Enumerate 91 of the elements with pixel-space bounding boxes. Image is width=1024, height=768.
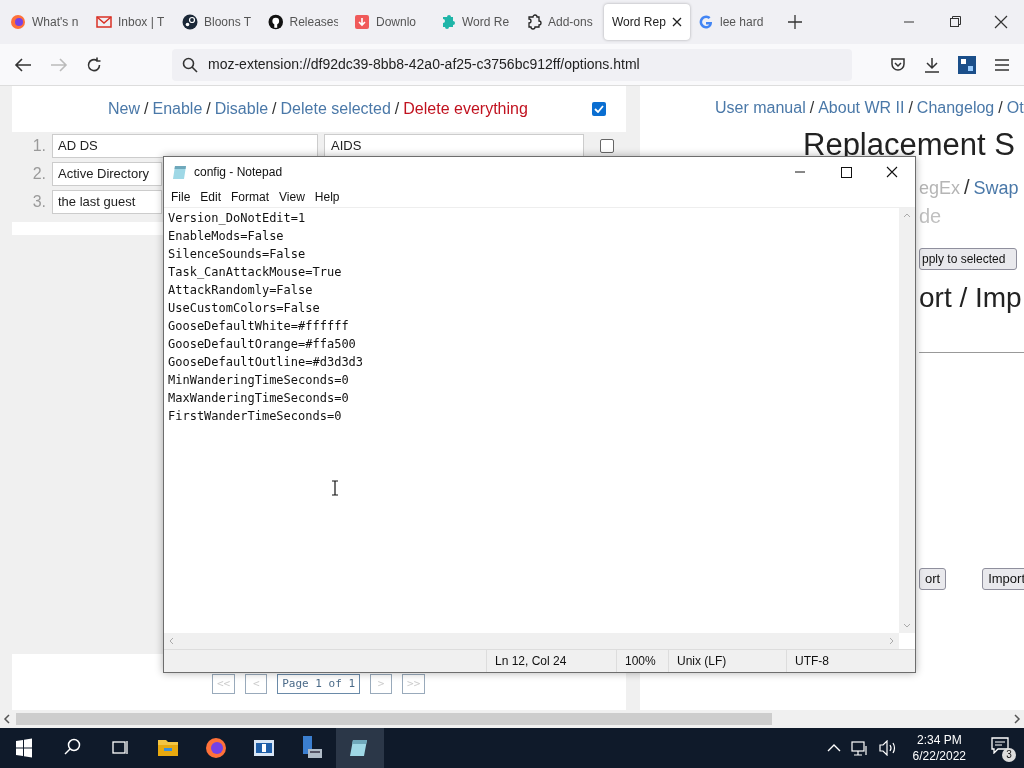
pocket-icon[interactable] xyxy=(890,56,906,73)
menu-item[interactable]: Edit xyxy=(195,188,227,206)
url-text: moz-extension://df92dc39-8bb8-42a0-af25-c3756bc912ff/options.html xyxy=(208,55,640,74)
checkbox[interactable] xyxy=(600,139,614,153)
scrollbar[interactable] xyxy=(0,710,1024,728)
pagination-button[interactable]: Page 1 of 1 xyxy=(277,674,361,694)
row-number: 1. xyxy=(31,136,46,156)
input-field[interactable]: AD DS xyxy=(52,134,318,158)
envelope-icon xyxy=(96,15,112,29)
text-line: Version_DoNotEdit=1 xyxy=(168,210,307,227)
link[interactable]: User manual xyxy=(715,96,806,120)
separator-slash: / xyxy=(144,99,149,119)
menu-item[interactable]: File xyxy=(166,188,196,206)
download-icon xyxy=(354,14,370,30)
text-line: Task_CanAttackMouse=True xyxy=(168,264,343,281)
input-field[interactable]: the last guest xyxy=(52,190,162,214)
link[interactable]: Ot xyxy=(1006,96,1024,120)
extension-icon[interactable] xyxy=(958,55,976,74)
separator-slash: / xyxy=(394,99,400,119)
row-number: 3. xyxy=(31,192,46,212)
browser-tab[interactable]: Word Re xyxy=(432,4,518,40)
menu-item[interactable]: Format xyxy=(226,188,275,206)
browser-tab[interactable]: Bloons T xyxy=(174,4,260,40)
steam-icon xyxy=(182,14,198,30)
browser-tab[interactable]: Add-ons xyxy=(518,4,604,40)
browser-tab[interactable]: Inbox | T xyxy=(88,4,174,40)
status-text: Ln 12, Col 24 xyxy=(486,650,616,672)
download-icon[interactable] xyxy=(924,56,940,73)
puzzle-icon xyxy=(440,14,456,30)
firefox-icon xyxy=(10,14,26,30)
menu-item[interactable]: View xyxy=(274,188,310,206)
notification-count: 3 xyxy=(1002,748,1016,762)
github-icon xyxy=(268,14,284,30)
menu-item[interactable]: Help xyxy=(309,188,345,206)
link[interactable]: Changelog xyxy=(916,96,995,120)
text-line: FirstWanderTimeSeconds=0 xyxy=(168,408,343,425)
clock-date[interactable]: 6/22/2022 xyxy=(912,748,966,764)
chevron-up-icon[interactable] xyxy=(826,743,841,753)
text-line: EnableMods=False xyxy=(168,228,285,245)
link[interactable]: Delete selected xyxy=(280,97,391,121)
browser-tab[interactable]: Word Rep xyxy=(604,4,690,40)
action-button[interactable]: ort xyxy=(919,568,947,590)
browser-tab[interactable]: What's n xyxy=(2,4,88,40)
text-line: GooseDefaultOrange=#ffa500 xyxy=(168,336,357,353)
input-field[interactable]: Active Directory xyxy=(52,162,162,186)
separator-slash: / xyxy=(809,98,815,118)
reload-icon[interactable] xyxy=(86,56,102,73)
text-line: AttackRandomly=False xyxy=(168,282,314,299)
text-line: UseCustomColors=False xyxy=(168,300,321,317)
separator-slash: / xyxy=(206,99,211,119)
close-icon[interactable] xyxy=(672,17,682,27)
browser-tab[interactable]: lee hard xyxy=(690,4,776,40)
link[interactable]: About WR II xyxy=(818,96,905,120)
network-icon[interactable] xyxy=(850,740,869,756)
heading: Replacement S xyxy=(803,128,1015,160)
menu-icon[interactable] xyxy=(994,57,1010,72)
separator-slash: / xyxy=(272,99,277,119)
separator-slash: / xyxy=(998,98,1003,118)
new-tab-icon[interactable] xyxy=(788,15,802,29)
link[interactable]: New xyxy=(108,97,140,121)
address-bar[interactable]: moz-extension://df92dc39-8bb8-42a0-af25-c3756bc912ff/options.html xyxy=(172,48,852,81)
google-icon xyxy=(698,14,714,30)
section-heading: ort / Imp xyxy=(919,284,1023,312)
back-arrow-icon[interactable] xyxy=(14,56,32,73)
text-line: MaxWanderingTimeSeconds=0 xyxy=(168,390,350,407)
separator-slash: / xyxy=(908,98,913,118)
option-note: de xyxy=(919,204,943,229)
window-title: config - Notepad xyxy=(194,164,283,181)
status-text: Unix (LF) xyxy=(668,650,786,672)
row-number: 2. xyxy=(31,164,46,184)
puzzle-icon xyxy=(526,14,542,30)
text-line: SilenceSounds=False xyxy=(168,246,307,263)
link[interactable]: Disable xyxy=(214,97,269,121)
clock-time[interactable]: 2:34 PM xyxy=(916,732,962,748)
apply-button[interactable]: pply to selected xyxy=(919,248,1017,270)
status-text: 100% xyxy=(616,650,668,672)
text-line: MinWanderingTimeSeconds=0 xyxy=(168,372,350,389)
text-line: GooseDefaultOutline=#d3d3d3 xyxy=(168,354,365,371)
link[interactable]: Swap xyxy=(973,175,1019,202)
notepad-icon xyxy=(172,164,188,180)
separator-slash: / xyxy=(964,175,970,200)
checkbox[interactable] xyxy=(592,102,606,116)
text-cursor-icon xyxy=(331,480,339,496)
link[interactable]: Enable xyxy=(152,97,203,121)
link[interactable]: Delete everything xyxy=(403,97,528,121)
notepad-icon[interactable] xyxy=(336,728,384,768)
input-field[interactable]: AIDS xyxy=(324,134,584,158)
text-line: GooseDefaultWhite=#ffffff xyxy=(168,318,350,335)
browser-tab[interactable]: Downlo xyxy=(346,4,432,40)
search-icon xyxy=(182,56,198,73)
status-text: UTF-8 xyxy=(786,650,896,672)
